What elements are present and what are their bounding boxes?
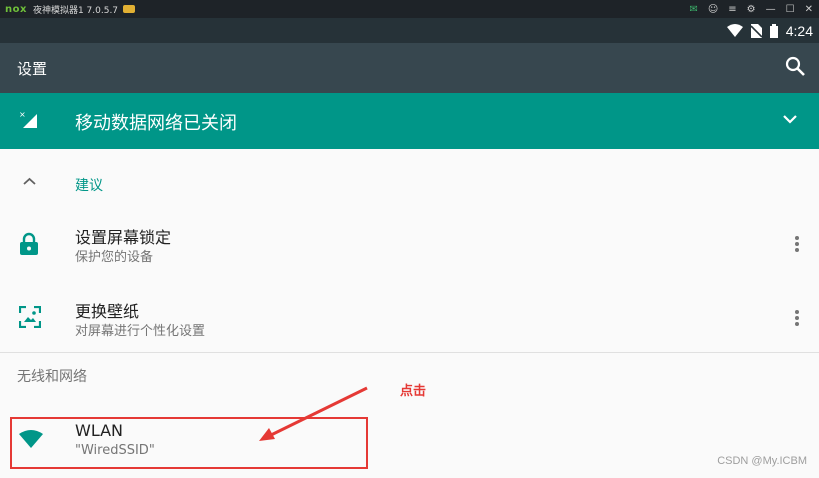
- app-bar: 设置: [0, 43, 819, 93]
- suggestions-header[interactable]: 建议: [0, 163, 819, 205]
- more-vert-icon[interactable]: [794, 236, 800, 254]
- wifi-status-icon: [726, 24, 743, 37]
- mobile-data-banner[interactable]: × 移动数据网络已关闭: [0, 93, 819, 149]
- suggestion-wallpaper[interactable]: 更换壁纸 对屏幕进行个性化设置: [0, 289, 819, 349]
- wallpaper-icon: [19, 306, 41, 328]
- mobile-data-off-icon: ×: [19, 110, 37, 128]
- more-vert-icon[interactable]: [794, 310, 800, 328]
- chevron-up-icon[interactable]: [23, 177, 36, 186]
- suggestion-title: 更换壁纸: [75, 302, 140, 321]
- page-title: 设置: [17, 60, 48, 78]
- account-icon[interactable]: ☺: [708, 4, 718, 15]
- nox-logo: nox: [5, 3, 27, 15]
- annotation-arrow-icon: [259, 386, 368, 441]
- emulator-titlebar: nox 夜神模拟器1 7.0.5.7 ✉ ☺ ≡ ⚙ — ☐ ✕: [0, 0, 819, 18]
- lock-icon: [20, 232, 38, 255]
- suggestion-subtitle: 保护您的设备: [75, 250, 154, 265]
- status-bar: 4:24: [0, 18, 819, 43]
- minimize-icon[interactable]: —: [766, 4, 776, 15]
- suggestion-title: 设置屏幕锁定: [75, 228, 172, 247]
- suggestion-subtitle: 对屏幕进行个性化设置: [75, 324, 206, 339]
- divider: [0, 352, 819, 353]
- maximize-icon[interactable]: ☐: [786, 4, 795, 15]
- watermark: CSDN @My.ICBM: [717, 455, 807, 467]
- suggestion-screen-lock[interactable]: 设置屏幕锁定 保护您的设备: [0, 215, 819, 275]
- battery-icon: [769, 23, 778, 38]
- section-title: 无线和网络: [17, 369, 87, 385]
- settings-icon[interactable]: ⚙: [747, 4, 756, 15]
- window-controls: ✉ ☺ ≡ ⚙ — ☐ ✕: [689, 0, 813, 18]
- close-icon[interactable]: ✕: [805, 4, 813, 15]
- mail-icon[interactable]: ✉: [689, 4, 697, 15]
- banner-text: 移动数据网络已关闭: [75, 113, 237, 134]
- suggestions-title: 建议: [75, 178, 103, 194]
- annotation-label: 点击: [400, 384, 427, 399]
- search-icon[interactable]: [785, 56, 805, 76]
- window-title: 夜神模拟器1 7.0.5.7: [32, 5, 119, 16]
- menu-icon[interactable]: ≡: [728, 4, 736, 15]
- no-sim-icon: [750, 23, 762, 38]
- game-badge-icon: [123, 5, 136, 13]
- chevron-down-icon[interactable]: [783, 114, 797, 124]
- clock: 4:24: [785, 22, 813, 39]
- svg-text:×: ×: [19, 110, 26, 119]
